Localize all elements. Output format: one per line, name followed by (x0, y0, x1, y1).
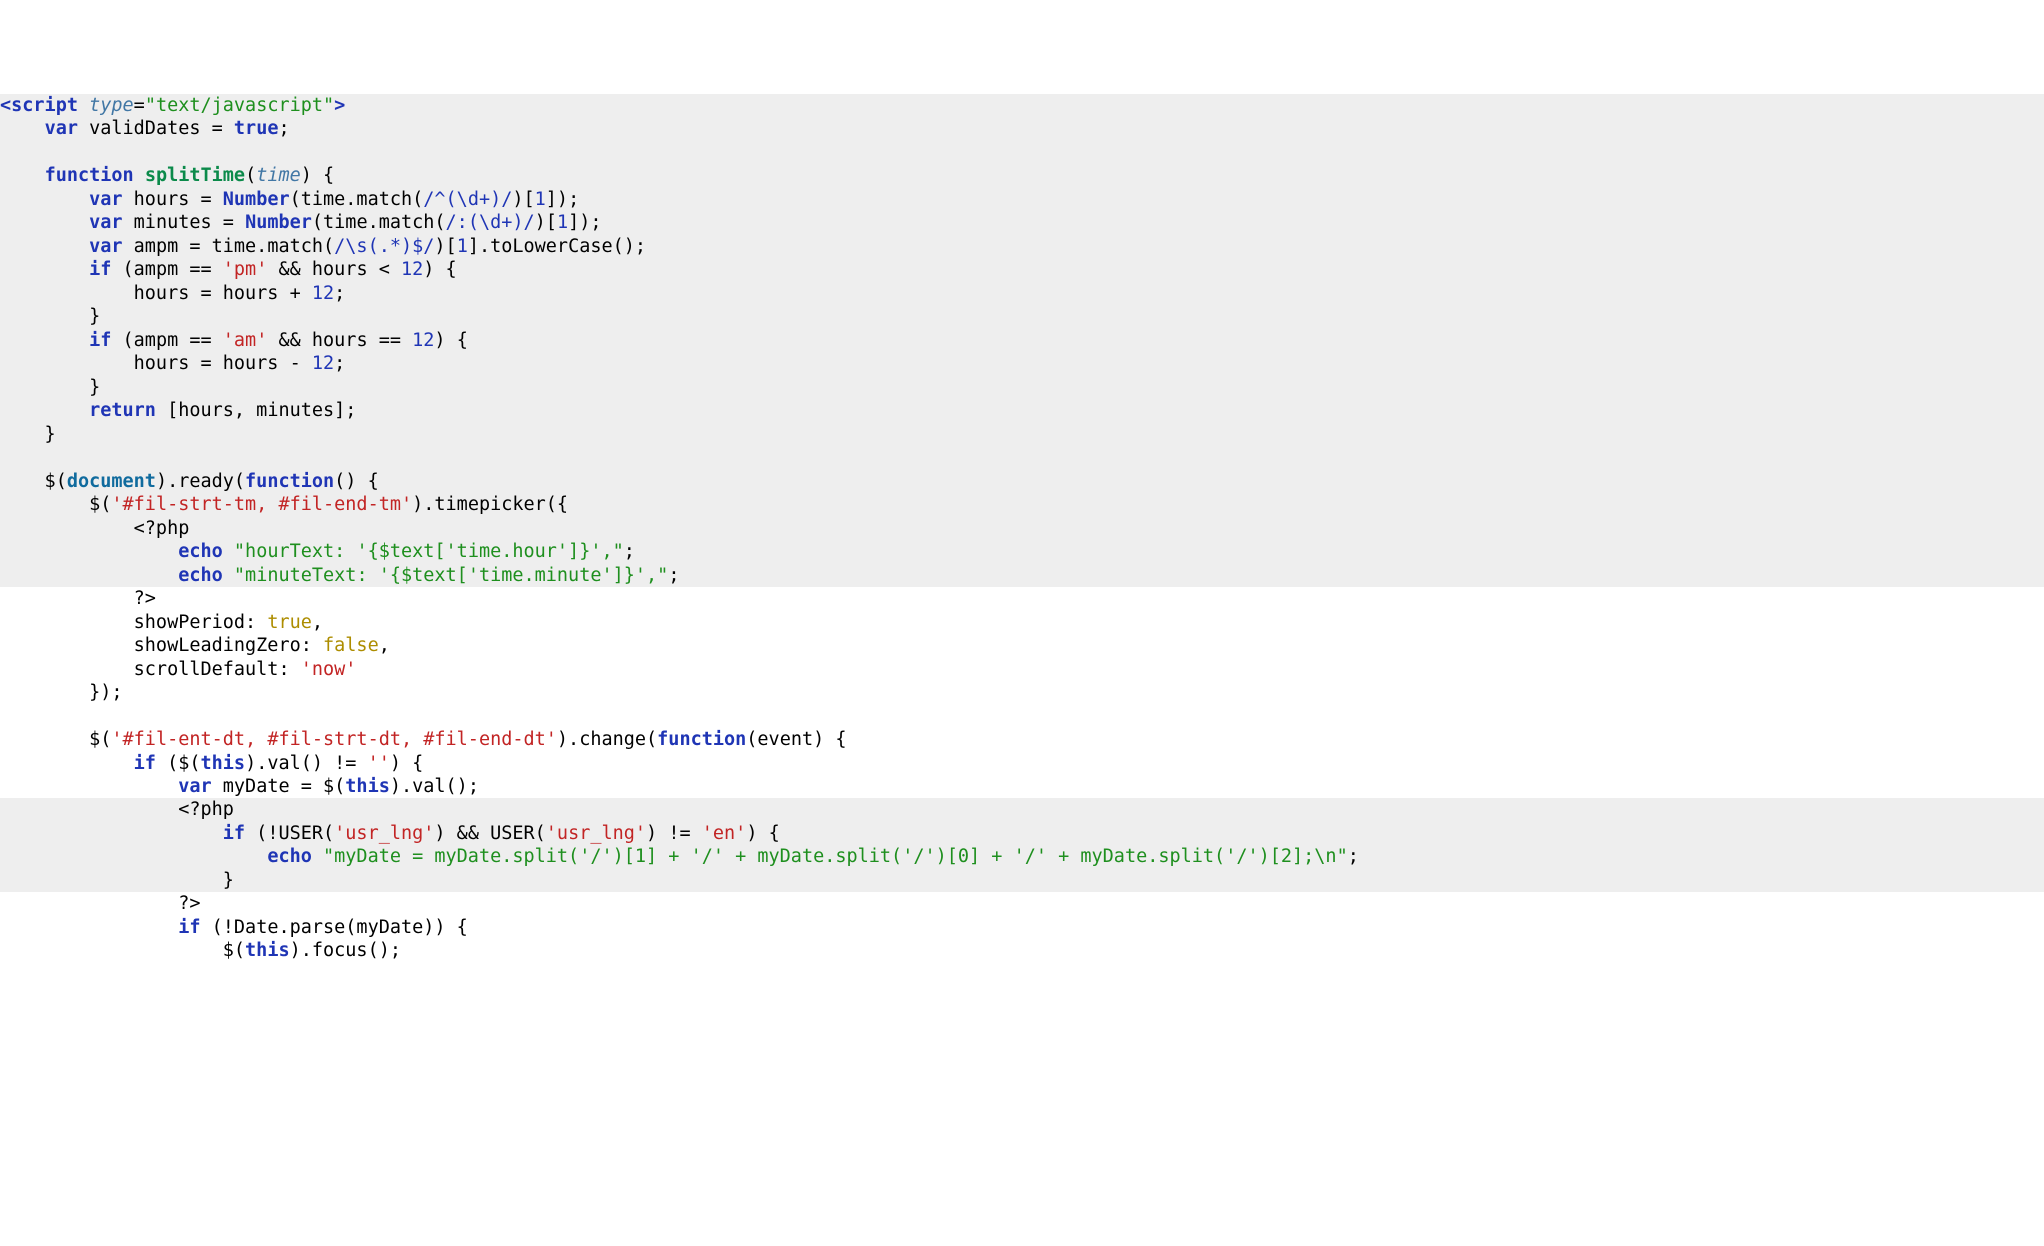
code-line: return [hours, minutes]; (0, 399, 2044, 422)
code-line: var ampm = time.match(/\s(.*)$/)[1].toLo… (0, 235, 2044, 258)
code-line: $(this).focus(); (0, 939, 2044, 962)
code-line (0, 141, 2044, 164)
code-line: echo "minuteText: '{$text['time.minute']… (0, 564, 2044, 587)
code-line: var minutes = Number(time.match(/:(\d+)/… (0, 211, 2044, 234)
code-viewer: <script type="text/javascript"> var vali… (0, 94, 2044, 963)
code-line: showPeriod: true, (0, 611, 2044, 634)
code-line: $('#fil-ent-dt, #fil-strt-dt, #fil-end-d… (0, 728, 2044, 751)
code-line: <script type="text/javascript"> (0, 94, 2044, 117)
code-line: ?> (0, 587, 2044, 610)
code-line: if (!USER('usr_lng') && USER('usr_lng') … (0, 822, 2044, 845)
code-line: } (0, 376, 2044, 399)
code-line: } (0, 869, 2044, 892)
code-line: } (0, 305, 2044, 328)
code-line: if (!Date.parse(myDate)) { (0, 916, 2044, 939)
code-line: showLeadingZero: false, (0, 634, 2044, 657)
code-line: function splitTime(time) { (0, 164, 2044, 187)
code-line (0, 705, 2044, 728)
code-line: var hours = Number(time.match(/^(\d+)/)[… (0, 188, 2044, 211)
code-line: $(document).ready(function() { (0, 470, 2044, 493)
code-line: ?> (0, 892, 2044, 915)
code-line: hours = hours + 12; (0, 282, 2044, 305)
code-line: } (0, 423, 2044, 446)
code-line: }); (0, 681, 2044, 704)
code-line: scrollDefault: 'now' (0, 658, 2044, 681)
code-line: <?php (0, 798, 2044, 821)
code-line: $('#fil-strt-tm, #fil-end-tm').timepicke… (0, 493, 2044, 516)
code-line (0, 446, 2044, 469)
code-line: if (ampm == 'pm' && hours < 12) { (0, 258, 2044, 281)
code-line: if (ampm == 'am' && hours == 12) { (0, 329, 2044, 352)
code-line: echo "hourText: '{$text['time.hour']}',"… (0, 540, 2044, 563)
code-line: var myDate = $(this).val(); (0, 775, 2044, 798)
code-line: echo "myDate = myDate.split('/')[1] + '/… (0, 845, 2044, 868)
code-line: if ($(this).val() != '') { (0, 752, 2044, 775)
code-line: var validDates = true; (0, 117, 2044, 140)
code-line: hours = hours - 12; (0, 352, 2044, 375)
code-line: <?php (0, 517, 2044, 540)
